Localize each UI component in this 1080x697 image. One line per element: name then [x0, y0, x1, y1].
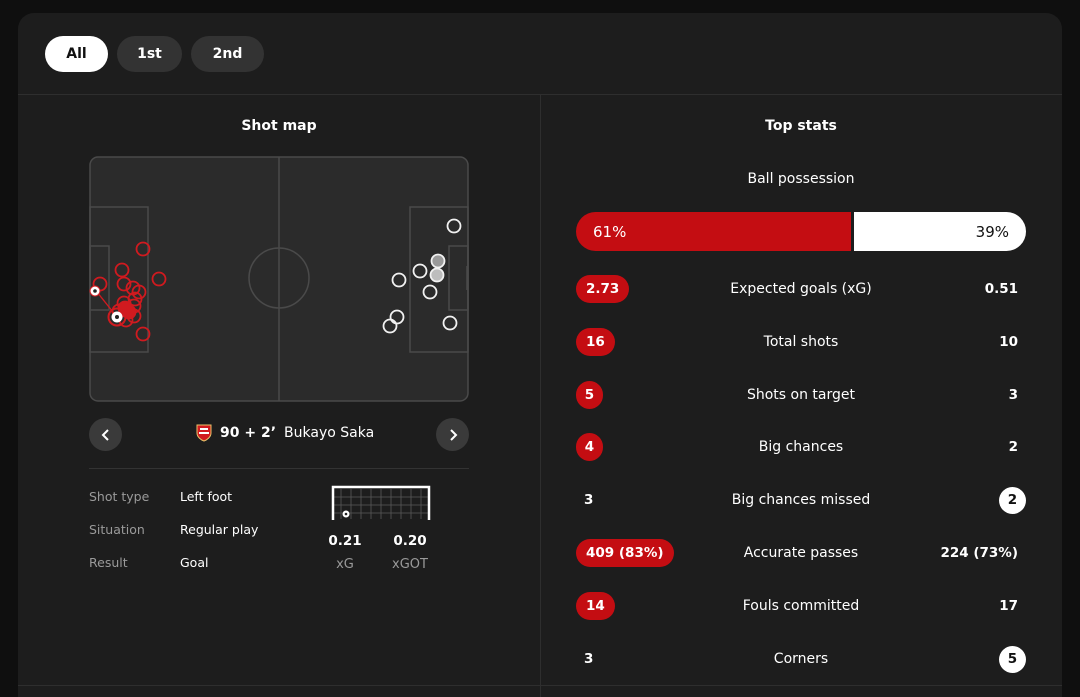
stat-label: Corners — [773, 651, 829, 667]
chevron-left-icon — [101, 428, 109, 441]
stat-away-value: 17 — [999, 598, 1018, 614]
stat-away-value: 0.51 — [984, 281, 1018, 297]
detail-key: Shot type — [89, 489, 150, 504]
xg-value: 0.21 — [328, 533, 362, 549]
divider — [18, 685, 1062, 686]
possession-label: Ball possession — [747, 171, 855, 187]
detail-value: Regular play — [180, 522, 259, 537]
detail-shot-type: Shot type Left foot — [89, 489, 232, 504]
stat-label: Total shots — [763, 334, 839, 350]
detail-situation: Situation Regular play — [89, 522, 258, 537]
xgot-label: xGOT — [392, 557, 428, 572]
stat-row-xg: 2.73 Expected goals (xG) 0.51 — [576, 275, 1026, 303]
detail-key: Situation — [89, 522, 145, 537]
stat-row-corners: 3 Corners 5 — [576, 645, 1026, 673]
xg-label: xG — [336, 557, 354, 572]
goal-frame-diagram — [331, 485, 431, 520]
stat-away-value: 2 — [1008, 439, 1018, 455]
detail-key: Result — [89, 555, 128, 570]
top-stats-title: Top stats — [765, 118, 837, 134]
selected-shot-info: 90 + 2’ Bukayo Saka — [196, 424, 374, 442]
previous-shot-button[interactable] — [89, 418, 122, 451]
shot-map-title: Shot map — [241, 118, 317, 134]
detail-value: Goal — [180, 555, 209, 570]
possession-away: 39% — [854, 212, 1026, 251]
stat-away-value: 5 — [999, 645, 1026, 673]
arsenal-crest-icon — [196, 424, 212, 442]
stat-row-fouls-committed: 14 Fouls committed 17 — [576, 592, 1026, 620]
stat-row-big-chances-missed: 3 Big chances missed 2 — [576, 486, 1026, 514]
shot-map-pitch — [89, 156, 469, 402]
next-shot-button[interactable] — [436, 418, 469, 451]
tab-all[interactable]: All — [45, 36, 108, 72]
stat-away-value: 2 — [999, 486, 1026, 514]
stat-away-value: 224 (73%) — [940, 545, 1018, 561]
stat-label: Big chances missed — [731, 492, 871, 508]
detail-value: Left foot — [180, 489, 233, 504]
stat-row-shots-on-target: 5 Shots on target 3 — [576, 381, 1026, 409]
shot-player-name: Bukayo Saka — [284, 425, 375, 441]
stat-label: Expected goals (xG) — [730, 281, 872, 297]
stat-row-accurate-passes: 409 (83%) Accurate passes 224 (73%) — [576, 539, 1026, 567]
stat-away-value: 10 — [999, 334, 1018, 350]
period-tabs: All 1st 2nd — [45, 36, 264, 72]
stat-label: Fouls committed — [742, 598, 860, 614]
tab-2nd[interactable]: 2nd — [191, 36, 264, 72]
detail-result: Result Goal — [89, 555, 208, 570]
chevron-right-icon — [449, 428, 457, 441]
stat-label: Big chances — [758, 439, 844, 455]
shot-minute: 90 + 2’ — [220, 425, 277, 441]
possession-bar: 61% 39% — [576, 212, 1026, 251]
match-stats-card: All 1st 2nd Shot map 90 + 2’ Bukayo Saka… — [18, 13, 1062, 697]
tab-1st[interactable]: 1st — [117, 36, 182, 72]
xgot-value: 0.20 — [393, 533, 427, 549]
stat-row-big-chances: 4 Big chances 2 — [576, 433, 1026, 461]
stat-row-total-shots: 16 Total shots 10 — [576, 328, 1026, 356]
possession-home: 61% — [576, 212, 851, 251]
stat-label: Shots on target — [746, 387, 855, 403]
divider — [89, 468, 469, 469]
stat-away-value: 3 — [1008, 387, 1018, 403]
